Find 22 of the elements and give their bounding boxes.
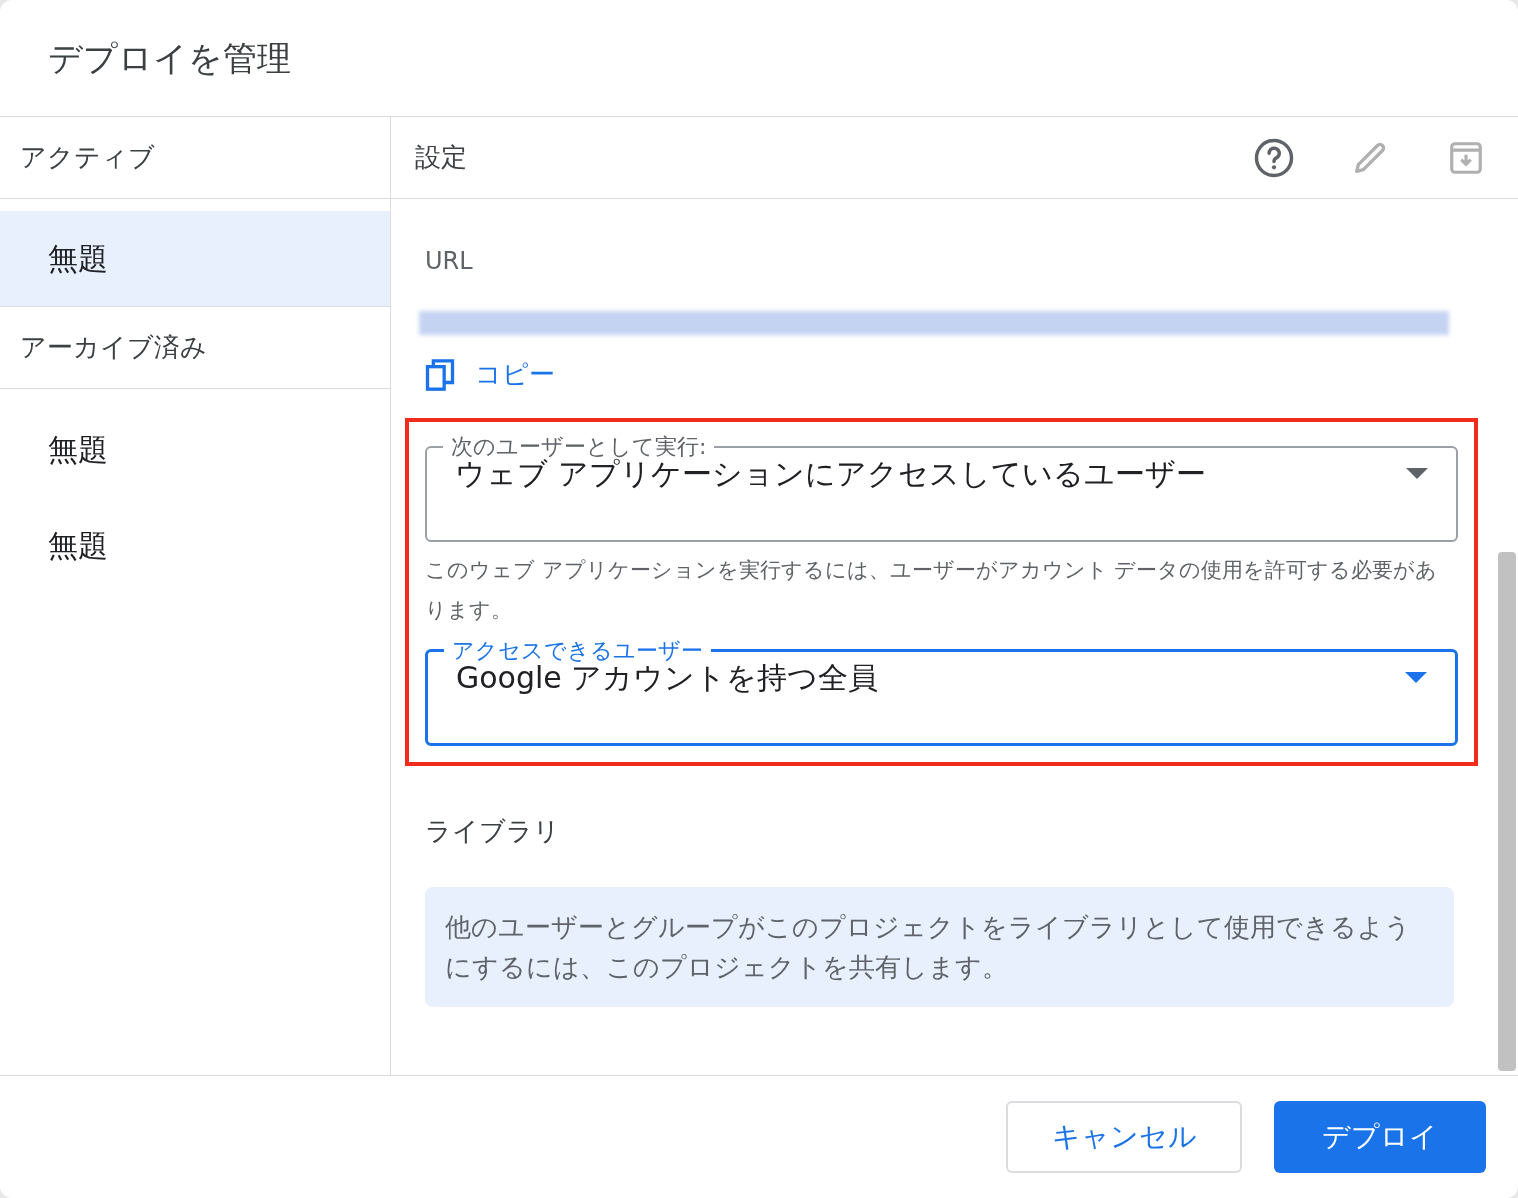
library-heading: ライブラリ [425,815,561,848]
url-label: URL [425,246,474,277]
deployment-item[interactable]: 無題 [0,211,390,307]
field-label: アクセスできるユーザー [451,637,704,665]
help-icon [1253,136,1295,179]
field-label: 次のユーザーとして実行: [450,433,708,459]
dropdown-arrow-icon [1406,467,1428,480]
copy-link[interactable]: コピー [425,355,555,394]
section-heading: アーカイブ済み [20,331,207,364]
section-heading: アクティブ [20,141,155,174]
field-value: ウェブ アプリケーションにアクセスしているユーザー [455,456,1207,493]
scrollbar-thumb[interactable] [1498,552,1516,1071]
panel-title: 設定 [415,141,468,174]
help-text: このウェブ アプリケーションを実行するには、ユーザーがアカウント データの使用を許可する必要があります。 [425,557,1439,624]
library-notice: 他のユーザーとグループがこのプロジェクトをライブラリとして使用できるようにするには、このプロジェクトを共有します。 [425,887,1454,1007]
deployment-item[interactable]: 無題 [0,497,390,593]
dropdown-arrow-icon [1405,671,1427,684]
cancel-button[interactable]: キャンセル [1006,1101,1242,1173]
dialog-title: デプロイを管理 [48,36,291,80]
deploy-button[interactable]: デプロイ [1274,1101,1486,1173]
deployment-item[interactable]: 無題 [0,401,390,497]
copy-icon [425,357,455,392]
